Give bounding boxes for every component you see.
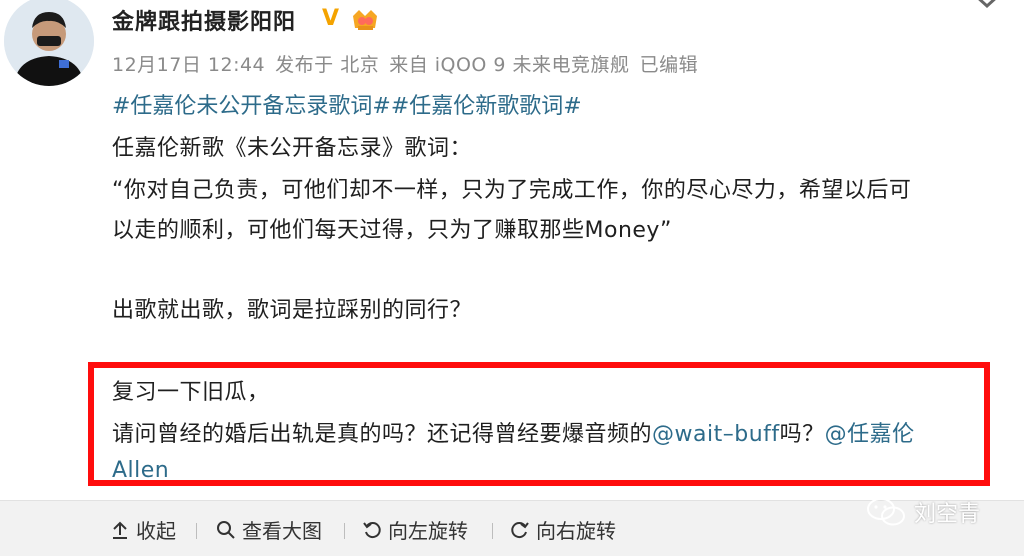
post-line-6: 请问曾经的婚后出轨是真的吗？还记得曾经要爆音频的@wait–buff吗？@任嘉伦 [112, 416, 915, 448]
toolbar-divider [344, 523, 345, 539]
toolbar-divider [196, 523, 197, 539]
post-line-6-text: 请问曾经的婚后出轨是真的吗？还记得曾经要爆音频的 [112, 422, 653, 447]
collapse-icon [113, 521, 127, 539]
view-large-button[interactable]: 查看大图 [216, 515, 322, 544]
topic-links[interactable]: #任嘉伦未公开备忘录歌词##任嘉伦新歌歌词# [112, 88, 582, 120]
post-line-2: “你对自己负责，可他们却不一样，只为了完成工作，你的尽心尽力，希望以后可 [112, 178, 912, 203]
view-large-label: 查看大图 [242, 519, 322, 543]
search-icon [217, 520, 235, 539]
edited-label[interactable]: 已编辑 [640, 54, 699, 76]
watermark: 刘空青 [866, 496, 980, 528]
post-date: 12月17日 12:44 [112, 54, 266, 76]
post-device[interactable]: 来自 iQOO 9 未来电竞旗舰 [389, 54, 629, 76]
watermark-text: 刘空青 [914, 502, 981, 527]
post-location: 发布于 北京 [275, 54, 380, 76]
rotate-left-icon [363, 521, 381, 538]
mention-ren-jialun[interactable]: @任嘉伦 [825, 422, 915, 447]
post-line-3: 以走的顺利，可他们每天过得，只为了赚取那些Money” [112, 218, 672, 243]
verified-badge-icon: V [322, 6, 340, 31]
mention-wait-buff[interactable]: @wait–buff [652, 422, 780, 447]
avatar[interactable] [4, 0, 94, 86]
chevron-down-icon[interactable] [972, 0, 1002, 14]
post-line-5: 复习一下旧瓜， [112, 380, 270, 405]
rotate-left-label: 向左旋转 [388, 519, 468, 543]
post-meta: 12月17日 12:44 发布于 北京 来自 iQOO 9 未来电竞旗舰 已编辑 [112, 50, 708, 77]
username[interactable]: 金牌跟拍摄影阳阳 [112, 4, 296, 36]
mention-ren-jialun-cont[interactable]: Allen [112, 458, 169, 483]
rotate-right-icon [511, 521, 529, 538]
post-line-4: 出歌就出歌，歌词是拉踩别的同行？ [112, 298, 473, 323]
rotate-right-button[interactable]: 向右旋转 [510, 515, 616, 544]
wechat-icon [867, 498, 905, 526]
post-line-1: 任嘉伦新歌《未公开备忘录》歌词： [112, 136, 473, 161]
collapse-label: 收起 [136, 519, 176, 543]
rotate-left-button[interactable]: 向左旋转 [362, 515, 468, 544]
crown-badge-icon [353, 10, 377, 30]
toolbar-divider [492, 523, 493, 539]
collapse-button[interactable]: 收起 [110, 515, 176, 544]
rotate-right-label: 向右旋转 [536, 519, 616, 543]
post-line-6-text2: 吗？ [779, 422, 825, 447]
